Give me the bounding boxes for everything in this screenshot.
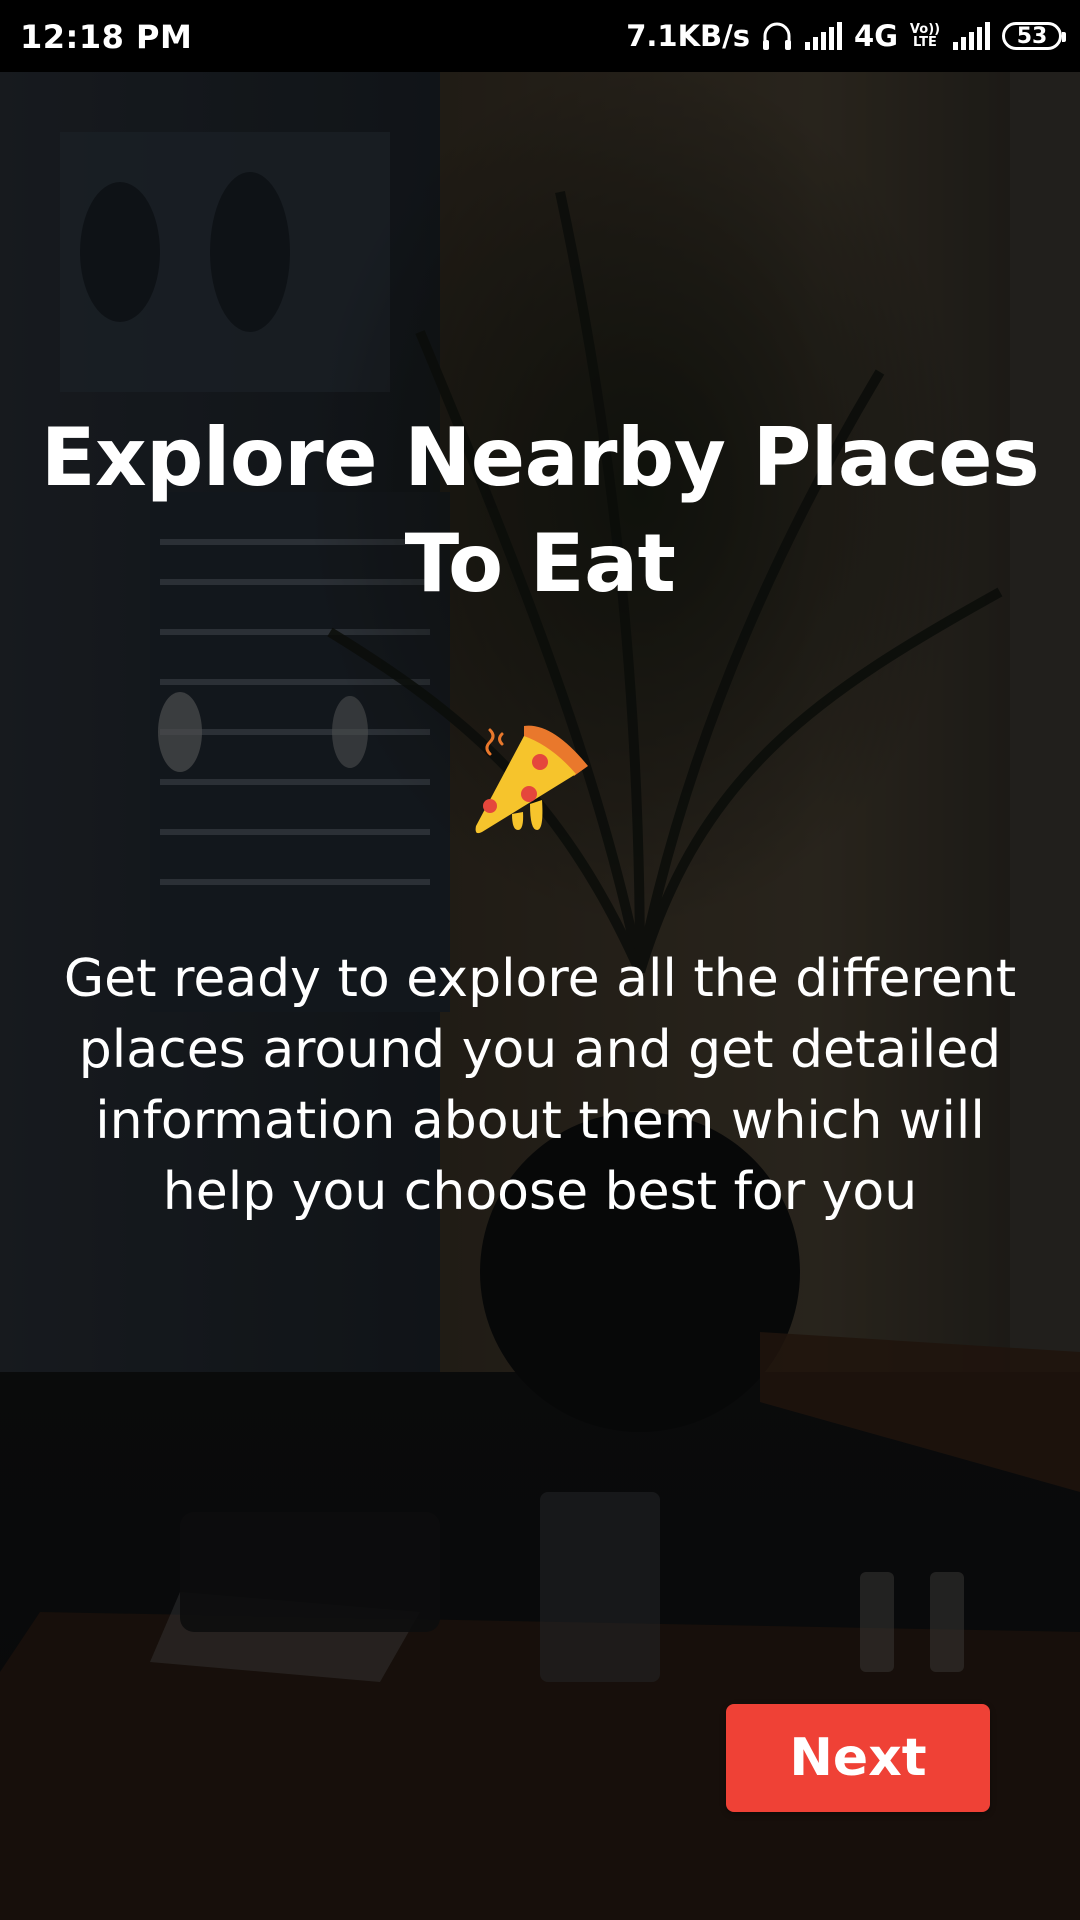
status-bar: 12:18 PM 7.1KB/s 4G Vo)) LTE 53 (0, 0, 1080, 72)
network-speed: 7.1KB/s (626, 19, 751, 53)
network-type: 4G (854, 19, 898, 53)
next-button[interactable]: Next (726, 1704, 990, 1812)
onboarding-description: Get ready to explore all the different p… (63, 949, 1017, 1222)
volte-indicator: Vo)) LTE (908, 23, 942, 49)
status-time: 12:18 PM (20, 18, 193, 56)
onboarding-screen: 12:18 PM 7.1KB/s 4G Vo)) LTE 53 Explore … (0, 0, 1080, 1920)
pizza-slice-icon (462, 714, 592, 844)
onboarding-title: Explore Nearby Places To Eat (40, 411, 1040, 610)
signal-icon (804, 22, 844, 50)
headphones-icon (760, 19, 794, 53)
battery-icon: 53 (1002, 22, 1066, 50)
signal-icon (952, 22, 992, 50)
status-indicators: 7.1KB/s 4G Vo)) LTE 53 (626, 14, 1066, 58)
volte-bottom: LTE (913, 35, 937, 50)
battery-level: 53 (1016, 23, 1048, 49)
